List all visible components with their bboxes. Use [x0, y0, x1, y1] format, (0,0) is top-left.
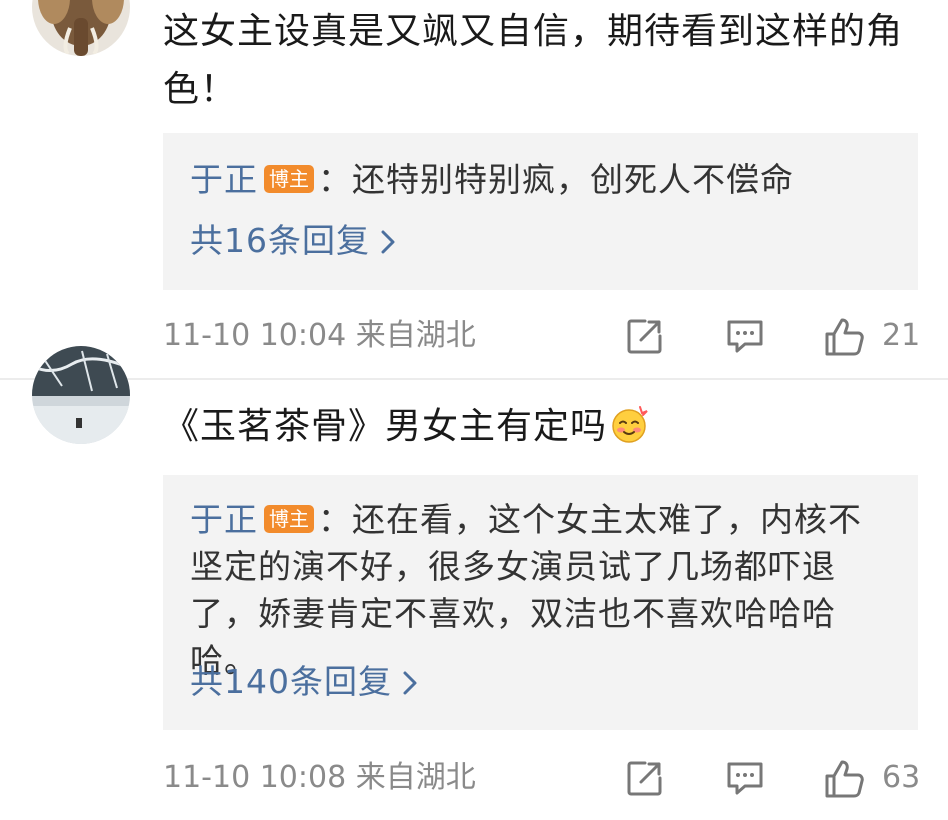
comment-meta: 11-10 10:04 来自湖北	[163, 318, 476, 354]
thumbs-up-icon[interactable]	[823, 758, 865, 800]
comment-body: 《玉茗茶骨》男女主有定吗	[163, 406, 608, 447]
view-replies-link[interactable]: 共140条回复	[190, 662, 418, 702]
share-icon[interactable]	[625, 758, 665, 798]
author-badge: 博主	[264, 165, 314, 193]
author-badge: 博主	[264, 505, 314, 533]
comment-icon[interactable]	[725, 758, 765, 798]
reply-preview[interactable]: 于正 博主 ：还在看，这个女主太难了，内核不坚定的演不好，很多女演员试了几场都吓退了…	[163, 475, 918, 730]
blushing-face-emoji	[612, 406, 648, 443]
comment-time: 11-10 10:04	[163, 318, 347, 353]
comment-item: 这女主设真是又飒又自信，期待看到这样的角色！ 于正 博主 ：还特别特别疯，创死人不偿…	[0, 0, 948, 380]
comment-item: 《玉茗茶骨》男女主有定吗 于正 博主 ：还在看，这个女主太难了，内核不坚定的演不好，…	[0, 346, 948, 820]
comment-icon[interactable]	[725, 316, 765, 356]
reply-content: 于正 博主 ：还在看，这个女主太难了，内核不坚定的演不好，很多女演员试了几场都吓退了…	[190, 496, 895, 684]
reply-count-label: 共16条回复	[190, 221, 370, 260]
share-icon[interactable]	[625, 316, 665, 356]
comment-meta: 11-10 10:08 来自湖北	[163, 760, 476, 796]
like-count: 63	[882, 760, 921, 795]
thumbs-up-icon[interactable]	[823, 316, 865, 358]
avatar[interactable]	[32, 0, 130, 56]
reply-preview[interactable]: 于正 博主 ：还特别特别疯，创死人不偿命 共16条回复	[163, 133, 918, 290]
chevron-right-icon	[381, 230, 395, 254]
comment-location: 来自湖北	[355, 760, 476, 795]
chevron-right-icon	[403, 671, 417, 695]
view-replies-link[interactable]: 共16条回复	[190, 221, 396, 261]
reply-body: ：还特别特别疯，创死人不偿命	[318, 160, 794, 199]
like-count: 21	[882, 318, 921, 353]
reply-count-label: 共140条回复	[190, 662, 392, 701]
comment-text: 这女主设真是又飒又自信，期待看到这样的角色！	[163, 11, 904, 110]
comment-time: 11-10 10:08	[163, 760, 347, 795]
comment-location: 来自湖北	[355, 318, 476, 353]
comment-text: 《玉茗茶骨》男女主有定吗	[163, 398, 923, 456]
reply-author[interactable]: 于正	[190, 160, 258, 199]
avatar[interactable]	[32, 346, 130, 444]
reply-content: 于正 博主 ：还特别特别疯，创死人不偿命	[190, 156, 895, 203]
reply-author[interactable]: 于正	[190, 500, 258, 539]
